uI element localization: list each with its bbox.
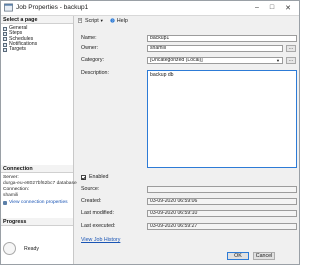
view-job-history-link[interactable]: View Job History xyxy=(81,237,120,243)
page-icon xyxy=(3,37,7,42)
source-field xyxy=(147,186,297,193)
chevron-down-icon: ▼ xyxy=(276,58,280,63)
progress-spinner-icon xyxy=(3,242,16,255)
category-select[interactable]: [Uncategorized (Local)] ▼ xyxy=(147,57,283,64)
chevron-down-icon: ▼ xyxy=(99,18,104,23)
progress-status-label: Ready xyxy=(24,245,39,252)
category-label: Category: xyxy=(81,57,104,63)
page-list: General Steps Schedules Notifications Ta… xyxy=(3,25,37,53)
page-icon xyxy=(3,47,7,52)
script-button[interactable]: Script ▼ xyxy=(78,18,104,24)
created-label: Created: xyxy=(81,198,102,204)
enabled-label: Enabled xyxy=(89,174,109,180)
general-form: Name: backup1 Owner: shamili ... Categor… xyxy=(75,27,299,243)
view-connection-properties-label: View connection properties xyxy=(9,200,68,205)
last-modified-label: Last modified: xyxy=(81,210,114,216)
properties-icon xyxy=(3,201,7,205)
cancel-button[interactable]: Cancel xyxy=(253,252,275,260)
last-executed-label: Last executed: xyxy=(81,223,116,229)
source-label: Source: xyxy=(81,186,100,192)
script-icon xyxy=(78,18,82,23)
ok-button[interactable]: OK xyxy=(227,252,249,260)
enabled-checkbox[interactable]: Enabled xyxy=(81,174,108,180)
close-icon[interactable]: ✕ xyxy=(282,2,294,13)
maximize-icon[interactable]: □ xyxy=(266,2,278,13)
help-icon: ? xyxy=(110,18,115,23)
help-button[interactable]: ? Help xyxy=(110,18,128,24)
connection-value: shamili xyxy=(3,193,19,198)
created-field: 03-09-2020 06:59:06 xyxy=(147,198,297,205)
toolbar: Script ▼ ? Help xyxy=(75,16,299,25)
left-pane: Select a page General Steps Schedules No… xyxy=(1,16,77,264)
last-modified-field: 03-09-2020 06:59:10 xyxy=(147,210,297,217)
dialog-buttons: OK Cancel xyxy=(75,252,299,264)
view-connection-properties-link[interactable]: View connection properties xyxy=(3,200,73,206)
window-title: Job Properties - backup1 xyxy=(16,4,89,11)
page-icon xyxy=(3,42,7,47)
name-label: Name: xyxy=(81,35,97,41)
last-executed-field: 03-09-2020 06:59:27 xyxy=(147,223,297,230)
progress-header: Progress xyxy=(1,218,73,226)
job-properties-window: Job Properties - backup1 – □ ✕ Select a … xyxy=(0,0,300,265)
script-label: Script xyxy=(85,17,99,24)
owner-input[interactable]: shamili xyxy=(147,45,283,52)
select-page-header: Select a page xyxy=(1,16,73,24)
title-bar[interactable]: Job Properties - backup1 – □ ✕ xyxy=(1,1,299,16)
progress-status: Ready xyxy=(3,242,39,255)
app-icon xyxy=(4,3,13,12)
description-label: Description: xyxy=(81,70,109,76)
svg-text:?: ? xyxy=(111,19,113,23)
page-item-label: Targets xyxy=(9,46,27,53)
connection-info: Server: durga-eu-e8027bf62bc7 database C… xyxy=(3,175,77,206)
page-item-targets[interactable]: Targets xyxy=(3,46,37,53)
name-input[interactable]: backup1 xyxy=(147,35,297,42)
owner-browse-button[interactable]: ... xyxy=(286,45,296,52)
page-icon xyxy=(3,31,7,36)
page-icon xyxy=(3,26,7,31)
owner-label: Owner: xyxy=(81,45,99,51)
help-label: Help xyxy=(116,17,128,24)
checkbox-checked-icon xyxy=(81,174,86,180)
category-value: [Uncategorized (Local)] xyxy=(150,57,203,63)
category-browse-button[interactable]: ... xyxy=(286,57,296,64)
connection-header: Connection xyxy=(1,165,73,173)
minimize-icon[interactable]: – xyxy=(251,2,263,13)
description-textarea[interactable]: backup db xyxy=(147,70,297,168)
